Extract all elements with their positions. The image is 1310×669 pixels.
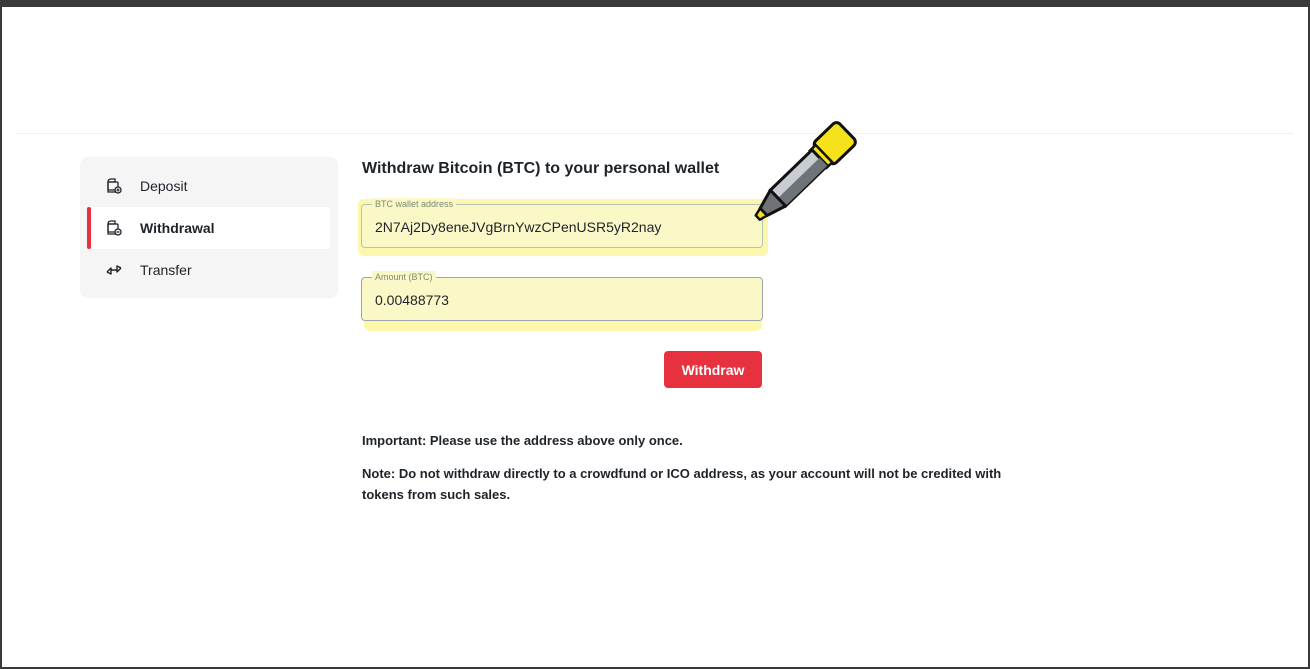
amount-input[interactable] xyxy=(375,278,755,322)
transfer-arrows-icon xyxy=(104,260,124,280)
warning-note: Note: Do not withdraw directly to a crow… xyxy=(362,466,1002,502)
screenshot-frame xyxy=(0,0,1310,669)
btc-address-field[interactable]: BTC wallet address xyxy=(361,198,763,249)
sidebar-item-label: Deposit xyxy=(140,178,188,194)
sidebar-item-label: Transfer xyxy=(140,262,192,278)
sidebar-item-transfer[interactable]: Transfer xyxy=(88,249,330,291)
sidebar-item-deposit[interactable]: Deposit xyxy=(88,165,330,207)
amount-field[interactable]: Amount (BTC) xyxy=(361,271,763,322)
header-divider xyxy=(16,133,1294,134)
page-title: Withdraw Bitcoin (BTC) to your personal … xyxy=(362,160,720,177)
wallet-icon xyxy=(104,218,124,238)
important-note: Important: Please use the address above … xyxy=(362,433,683,448)
btc-address-input[interactable] xyxy=(375,205,755,249)
wallet-icon xyxy=(104,176,124,196)
highlighter-pen-icon xyxy=(754,121,857,221)
withdraw-button[interactable]: Withdraw xyxy=(664,351,762,388)
sidebar-item-label: Withdrawal xyxy=(140,220,215,236)
sidebar-nav: Deposit Withdrawal Transfer xyxy=(80,157,338,298)
sidebar-item-withdrawal[interactable]: Withdrawal xyxy=(87,207,330,249)
